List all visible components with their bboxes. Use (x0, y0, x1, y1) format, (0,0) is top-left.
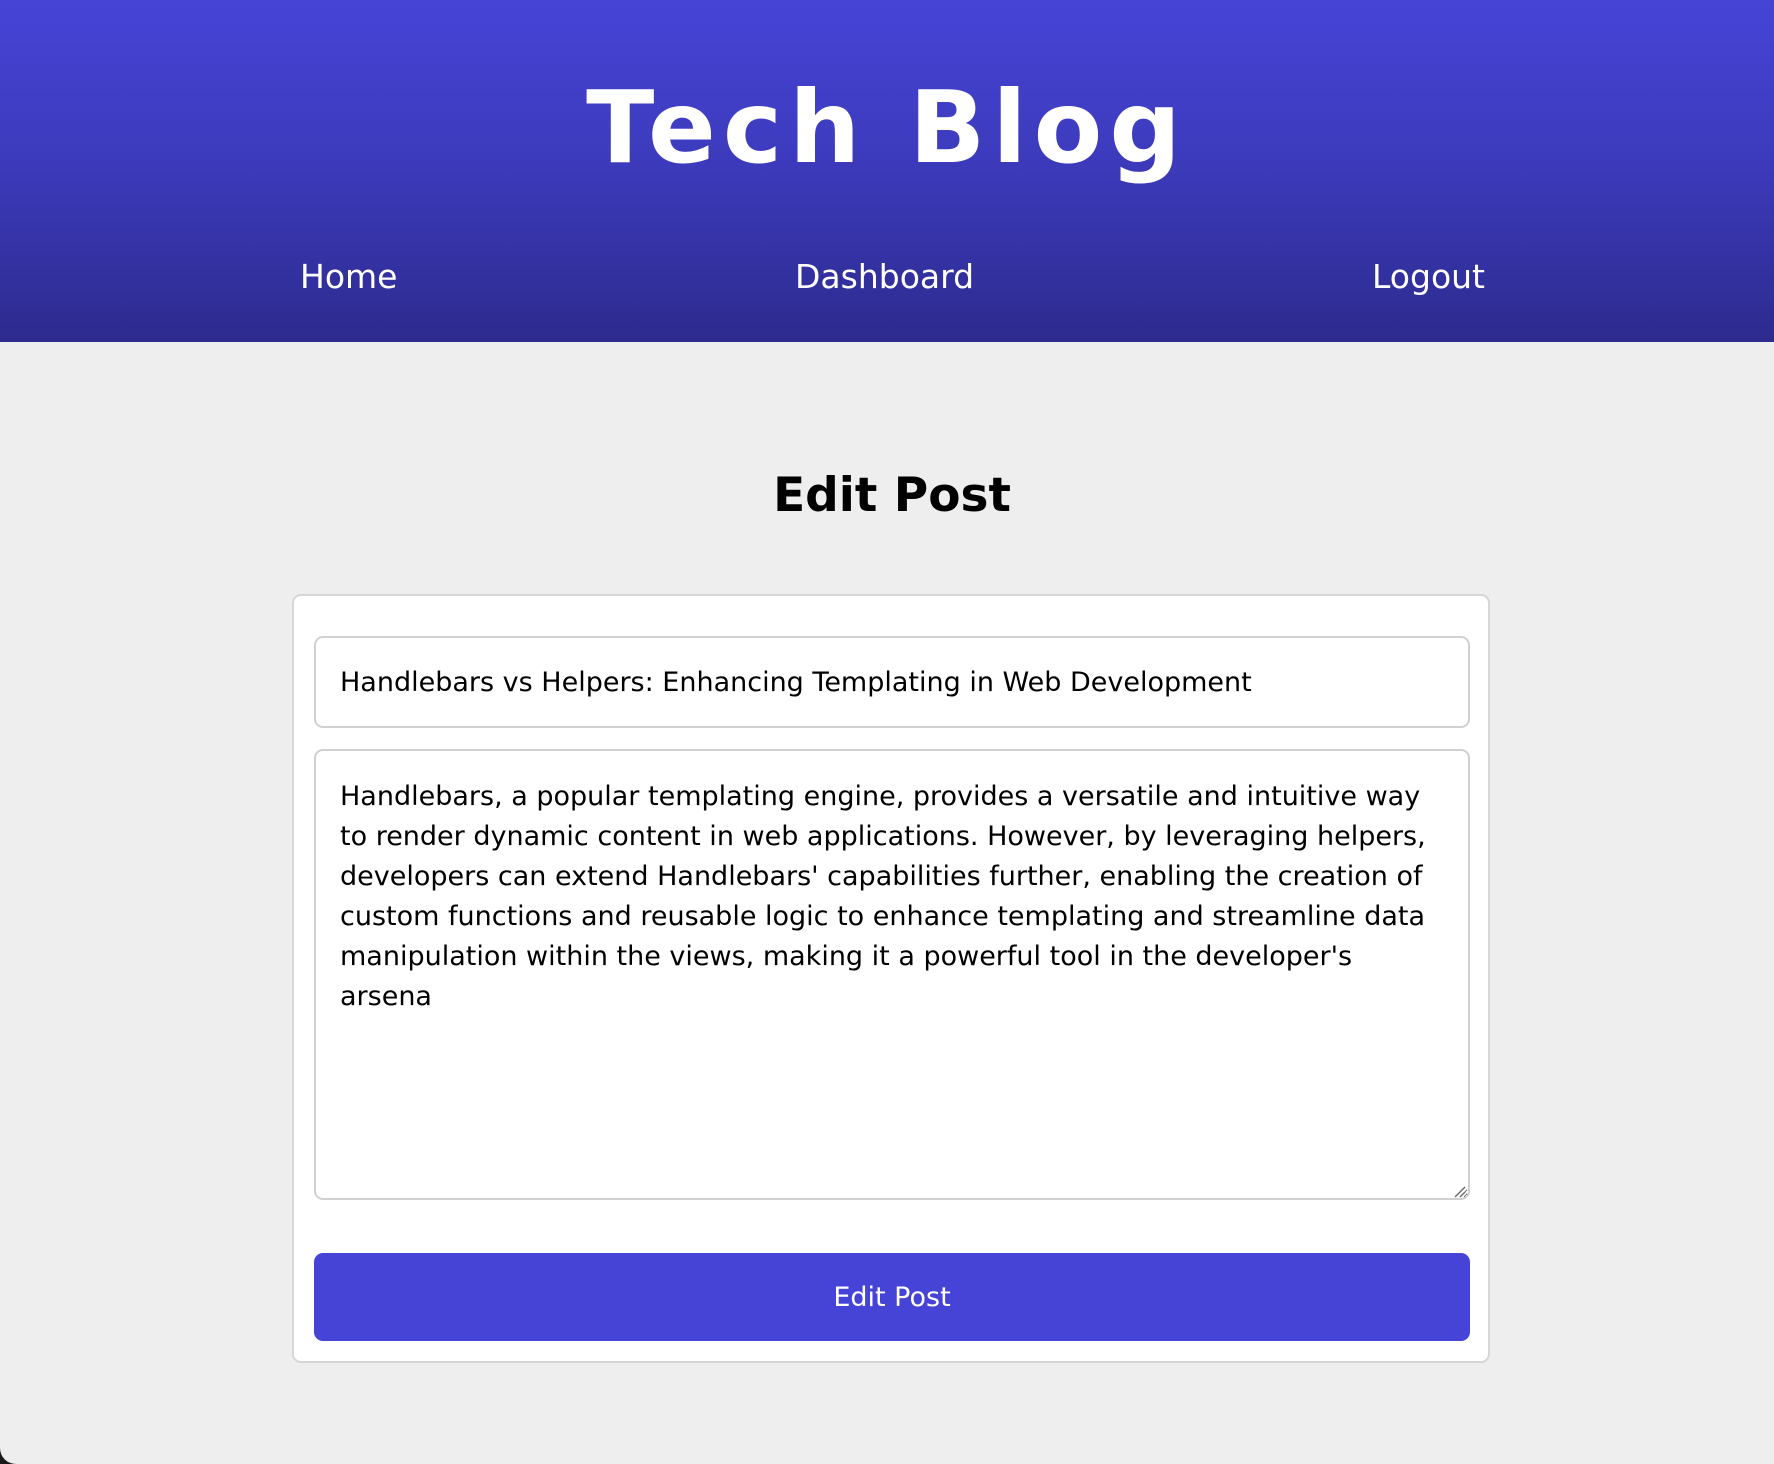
nav-link-home[interactable]: Home (300, 254, 397, 300)
post-content-textarea[interactable]: Handlebars, a popular templating engine,… (314, 749, 1470, 1200)
nav-link-dashboard[interactable]: Dashboard (795, 254, 974, 300)
edit-post-button[interactable]: Edit Post (314, 1253, 1470, 1341)
nav-link-logout[interactable]: Logout (1372, 254, 1485, 300)
site-title: Tech Blog (586, 69, 1188, 186)
edit-post-form: Handlebars, a popular templating engine,… (292, 594, 1490, 1363)
site-header: Tech Blog Home Dashboard Logout (0, 0, 1774, 342)
page-heading: Edit Post (773, 468, 1011, 523)
post-title-input[interactable] (314, 636, 1470, 728)
browser-viewport: Tech Blog Home Dashboard Logout Edit Pos… (0, 0, 1774, 1464)
